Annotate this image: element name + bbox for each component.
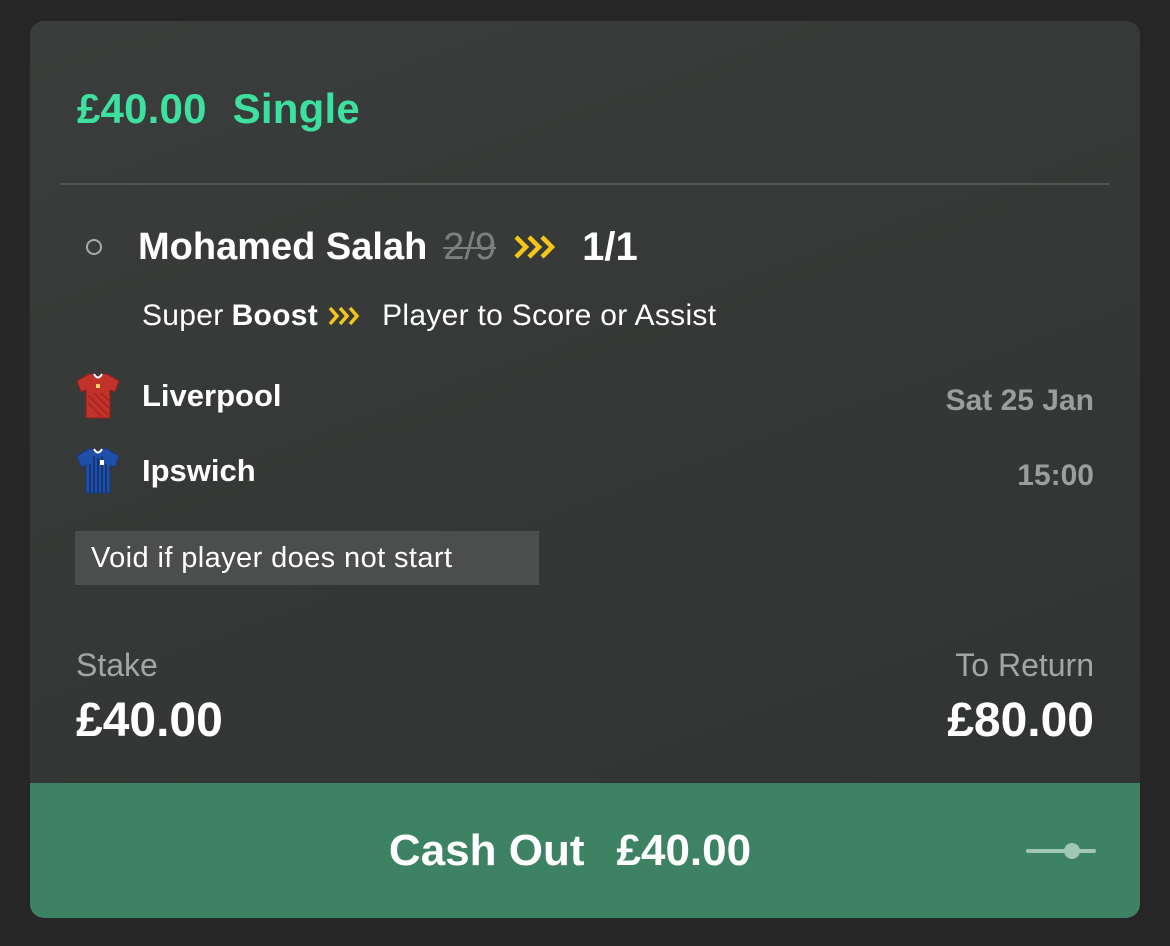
event-date: Sat 25 Jan [945,384,1094,417]
bet-header: £40.00 Single [77,81,360,137]
stake-value: £40.00 [76,694,223,747]
radio-icon [86,239,102,255]
cash-out-button[interactable]: Cash Out £40.00 [30,783,1140,918]
old-odds: 2/9 [443,225,497,268]
shirt-icon [75,446,121,496]
event-time: 15:00 [1017,459,1094,492]
boost-chevrons-icon [328,306,362,326]
shirt-icon [75,371,121,421]
divider [60,183,1110,185]
to-return-label: To Return [955,647,1094,683]
market-prefix: Super [142,299,224,332]
slider-icon[interactable] [1026,841,1096,861]
cash-out-amount: £40.00 [616,825,752,875]
market-row: Super Boost Player to Score or Assist [142,295,716,337]
selection-name: Mohamed Salah [138,225,428,268]
selection-row: Mohamed Salah 2/9 1/1 [86,221,638,273]
new-odds: 1/1 [582,224,638,269]
boost-chevrons-icon [514,234,558,260]
away-team-name: Ipswich [142,453,256,488]
void-note-badge: Void if player does not start [75,531,539,585]
cashout-bar: Cash Out £40.00 [30,783,1140,918]
stake-label: Stake [76,647,158,683]
bet-stake-amount: £40.00 [77,85,207,132]
cash-out-label: Cash Out [388,825,585,875]
bet-type: Single [232,85,360,132]
away-team-row: Ipswich [75,446,256,496]
bet-card: £40.00 Single Mohamed Salah 2/9 1/1 Supe… [30,21,1140,918]
to-return-value: £80.00 [947,694,1094,747]
home-team-row: Liverpool [75,371,282,421]
home-team-name: Liverpool [142,378,282,413]
market-name: Player to Score or Assist [382,299,717,332]
market-boost-word: Boost [231,299,319,332]
